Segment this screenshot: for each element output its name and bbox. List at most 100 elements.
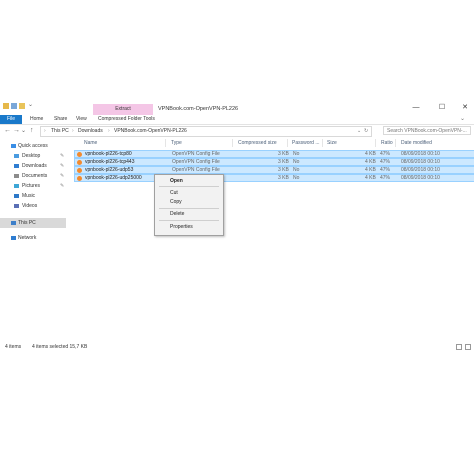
menu-separator xyxy=(159,186,219,187)
file-date-modified: 08/09/2018 00:10 xyxy=(401,175,440,181)
file-date-modified: 08/09/2018 00:10 xyxy=(401,159,440,165)
column-header-size[interactable]: Size xyxy=(327,139,337,147)
up-arrow-icon[interactable]: ↑ xyxy=(30,126,34,136)
tab-view[interactable]: View xyxy=(76,115,87,124)
tab-share[interactable]: Share xyxy=(54,115,67,124)
column-header-password[interactable]: Password ... xyxy=(292,139,320,147)
file-password: No xyxy=(293,167,300,173)
column-header-date-modified[interactable]: Date modified xyxy=(401,139,432,147)
file-ratio: 47% xyxy=(380,175,391,181)
nav-item-label: Downloads xyxy=(22,163,47,169)
title-bar: ⌄ Extract VPNBook.com-OpenVPN-PL226 — ☐ … xyxy=(0,97,474,115)
file-size: 4 KB xyxy=(365,167,376,173)
document-icon xyxy=(14,174,19,178)
nav-item-this-pc[interactable]: This PC xyxy=(0,218,66,228)
context-tab-extract[interactable]: Extract xyxy=(93,104,153,115)
minimize-button[interactable]: — xyxy=(411,103,421,113)
chevron-right-icon: › xyxy=(44,128,46,134)
ribbon-tabs: File Home Share View Compressed Folder T… xyxy=(0,115,474,125)
video-icon xyxy=(14,204,19,208)
navigation-pane: Quick access Desktop ✎ Downloads ✎ Docum… xyxy=(0,141,66,341)
table-row[interactable]: vpnbook-pl226-tcp80 OpenVPN Config File … xyxy=(74,150,474,158)
chevron-down-icon[interactable]: ⌄ xyxy=(21,126,26,136)
breadcrumb-downloads[interactable]: Downloads xyxy=(78,127,103,136)
column-divider[interactable] xyxy=(287,139,288,147)
openvpn-file-icon xyxy=(77,160,82,165)
desktop-icon xyxy=(14,154,19,158)
properties-icon[interactable] xyxy=(11,103,17,109)
table-row[interactable]: vpnbook-pl226-tcp443 OpenVPN Config File… xyxy=(74,158,474,166)
new-folder-icon[interactable] xyxy=(19,103,25,109)
chevron-down-icon[interactable]: ⌄ xyxy=(357,127,361,136)
nav-item-documents[interactable]: Documents ✎ xyxy=(0,171,66,181)
address-bar[interactable]: › This PC › Downloads › VPNBook.com-Open… xyxy=(40,126,372,137)
tab-home[interactable]: Home xyxy=(30,115,43,124)
maximize-button[interactable]: ☐ xyxy=(437,103,447,113)
nav-item-pictures[interactable]: Pictures ✎ xyxy=(0,181,66,191)
nav-item-label: Videos xyxy=(22,203,38,209)
nav-item-downloads[interactable]: Downloads ✎ xyxy=(0,161,66,171)
nav-item-videos[interactable]: Videos xyxy=(0,201,66,211)
column-header-ratio[interactable]: Ratio xyxy=(381,139,393,147)
close-button[interactable]: ✕ xyxy=(460,103,470,113)
forward-arrow-icon[interactable]: → xyxy=(13,126,20,136)
openvpn-file-icon xyxy=(77,152,82,157)
menu-item-open[interactable]: Open xyxy=(155,177,223,185)
file-password: No xyxy=(293,151,300,157)
nav-item-label: Desktop xyxy=(22,153,41,159)
status-selection: 4 items selected 15,7 KB xyxy=(32,344,88,350)
breadcrumb-this-pc[interactable]: This PC xyxy=(51,127,69,136)
file-name: vpnbook-pl226-udp53 xyxy=(85,167,134,173)
chevron-right-icon: › xyxy=(72,128,74,134)
table-row[interactable]: vpnbook-pl226-udp25000 OpenVPN Config Fi… xyxy=(74,174,474,182)
nav-item-label: Music xyxy=(22,193,36,199)
column-divider[interactable] xyxy=(322,139,323,147)
context-menu: Open Cut Copy Delete Properties xyxy=(154,174,224,236)
column-header-compressed-size[interactable]: Compressed size xyxy=(238,139,277,147)
large-icons-view-icon[interactable] xyxy=(465,344,471,350)
nav-item-music[interactable]: Music xyxy=(0,191,66,201)
pin-icon[interactable]: ✎ xyxy=(60,181,64,191)
nav-item-network[interactable]: Network xyxy=(0,233,66,243)
column-header-type[interactable]: Type xyxy=(171,139,182,147)
menu-item-delete[interactable]: Delete xyxy=(155,210,223,218)
file-password: No xyxy=(293,159,300,165)
file-type: OpenVPN Config File xyxy=(172,159,220,165)
star-icon xyxy=(11,144,16,148)
pin-icon[interactable]: ✎ xyxy=(60,151,64,161)
pin-icon[interactable]: ✎ xyxy=(60,171,64,181)
nav-item-quick-access[interactable]: Quick access xyxy=(0,141,66,151)
chevron-down-icon[interactable]: ⌄ xyxy=(28,101,34,108)
network-icon xyxy=(11,236,16,240)
column-divider[interactable] xyxy=(165,139,166,147)
openvpn-file-icon xyxy=(77,176,82,181)
tab-file[interactable]: File xyxy=(0,115,22,124)
chevron-down-icon[interactable]: ⌄ xyxy=(460,115,465,124)
file-ratio: 47% xyxy=(380,167,391,173)
download-icon xyxy=(14,164,19,168)
nav-item-label: Documents xyxy=(22,173,48,179)
file-ratio: 47% xyxy=(380,159,391,165)
refresh-icon[interactable]: ↻ xyxy=(364,127,368,136)
chevron-right-icon: › xyxy=(108,128,110,134)
column-divider[interactable] xyxy=(375,139,376,147)
column-divider[interactable] xyxy=(395,139,396,147)
breadcrumb-current-folder[interactable]: VPNBook.com-OpenVPN-PL226 xyxy=(114,127,187,136)
menu-separator xyxy=(159,220,219,221)
menu-item-copy[interactable]: Copy xyxy=(155,198,223,206)
file-date-modified: 08/09/2018 00:10 xyxy=(401,151,440,157)
column-divider[interactable] xyxy=(232,139,233,147)
back-arrow-icon[interactable]: ← xyxy=(4,126,11,136)
menu-item-cut[interactable]: Cut xyxy=(155,189,223,197)
nav-item-desktop[interactable]: Desktop ✎ xyxy=(0,151,66,161)
pin-icon[interactable]: ✎ xyxy=(60,161,64,171)
details-view-icon[interactable] xyxy=(456,344,462,350)
search-input[interactable]: Search VPNBook.com-OpenVPN-... xyxy=(383,126,471,135)
table-row[interactable]: vpnbook-pl226-udp53 OpenVPN Config File … xyxy=(74,166,474,174)
file-name: vpnbook-pl226-tcp443 xyxy=(85,159,135,165)
column-header-name[interactable]: Name xyxy=(84,139,97,147)
menu-item-properties[interactable]: Properties xyxy=(155,223,223,231)
file-size: 4 KB xyxy=(365,151,376,157)
computer-icon xyxy=(11,221,16,225)
tab-compressed-folder-tools[interactable]: Compressed Folder Tools xyxy=(98,115,155,124)
